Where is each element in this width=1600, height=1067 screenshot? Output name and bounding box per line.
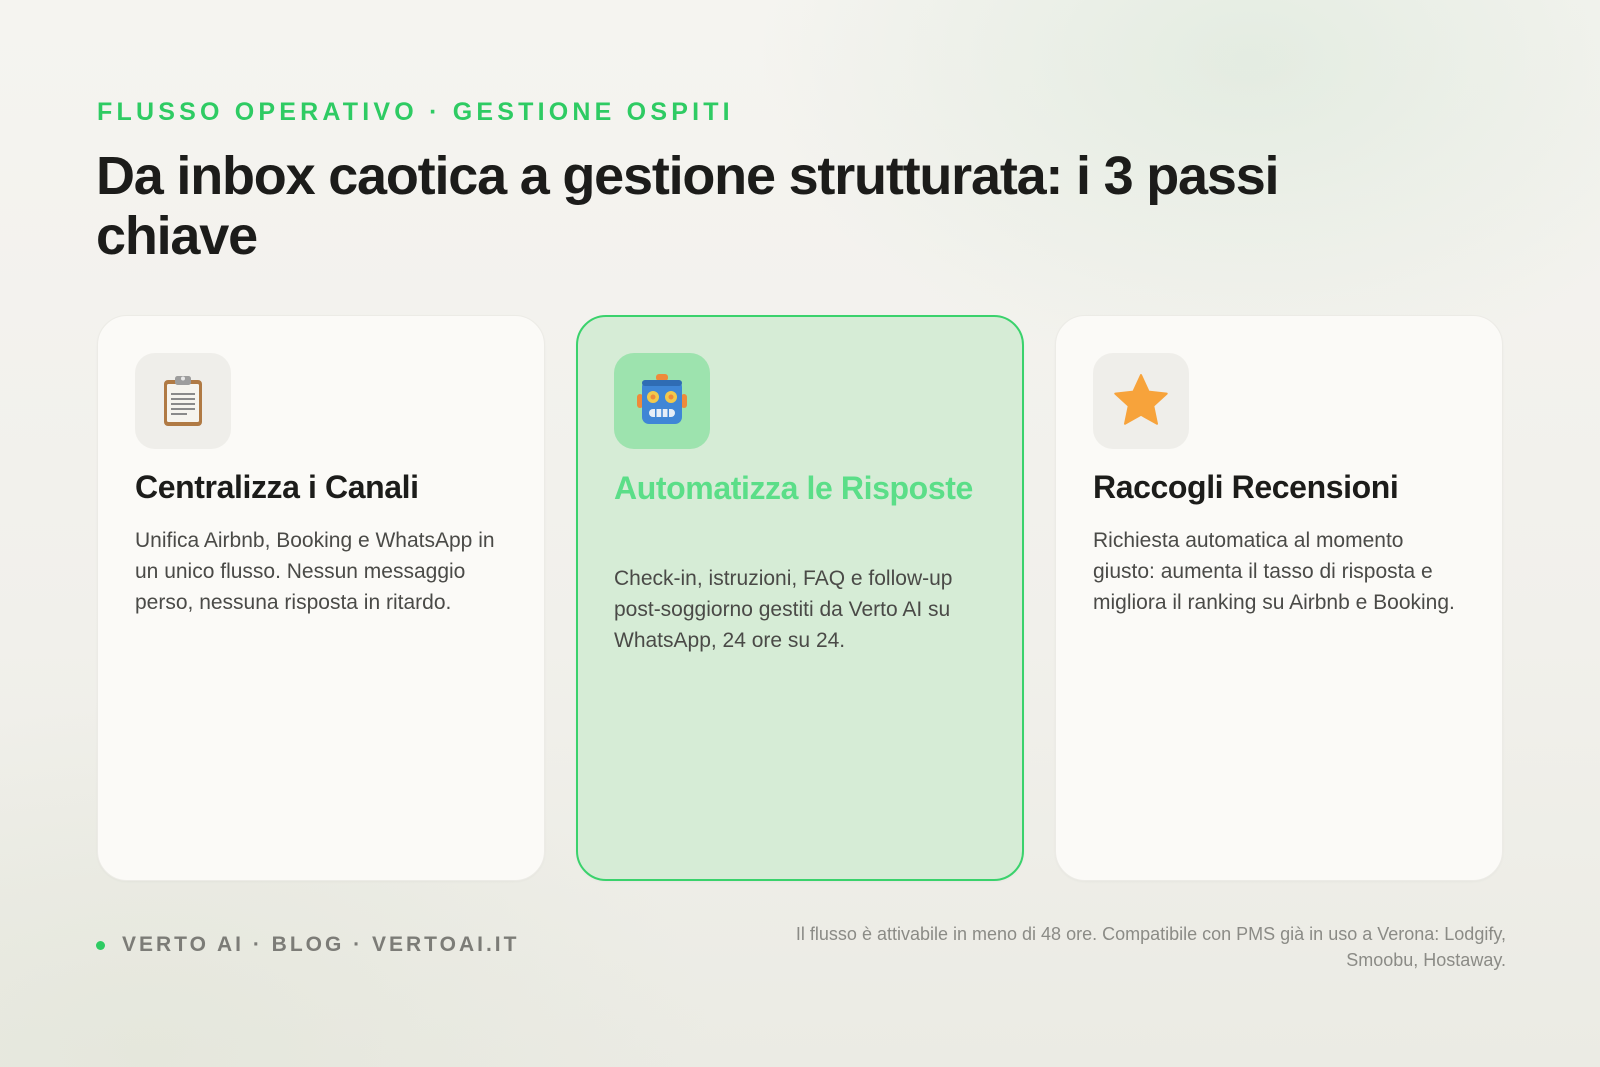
step-card-automate: Automatizza le Risposte Check-in, istruz…	[576, 315, 1024, 881]
footer-brand: VERTO AI · BLOG · VERTOAI.IT	[122, 933, 520, 956]
robot-icon	[614, 353, 710, 449]
status-dot-icon	[96, 940, 105, 950]
step-card-reviews: Raccogli Recensioni Richiesta automatica…	[1055, 315, 1503, 881]
step-description: Unifica Airbnb, Booking e WhatsApp in un…	[135, 529, 495, 614]
star-icon	[1093, 353, 1189, 449]
page-title: Da inbox caotica a gestione strutturata:…	[96, 146, 1280, 266]
step-title: Automatizza le Risposte	[614, 470, 973, 506]
step-description: Richiesta automatica al momento giusto: …	[1093, 529, 1455, 614]
clipboard-icon	[135, 353, 231, 449]
step-card-centralize: Centralizza i Canali Unifica Airbnb, Boo…	[97, 315, 545, 881]
footer-note: Il flusso è attivabile in meno di 48 ore…	[795, 924, 1506, 970]
step-description: Check-in, istruzioni, FAQ e follow-up po…	[614, 567, 953, 652]
step-title: Centralizza i Canali	[135, 469, 419, 505]
step-title: Raccogli Recensioni	[1093, 469, 1399, 505]
eyebrow-label: FLUSSO OPERATIVO · GESTIONE OSPITI	[97, 98, 734, 126]
footer-brand-row: VERTO AI · BLOG · VERTOAI.IT	[96, 933, 519, 957]
